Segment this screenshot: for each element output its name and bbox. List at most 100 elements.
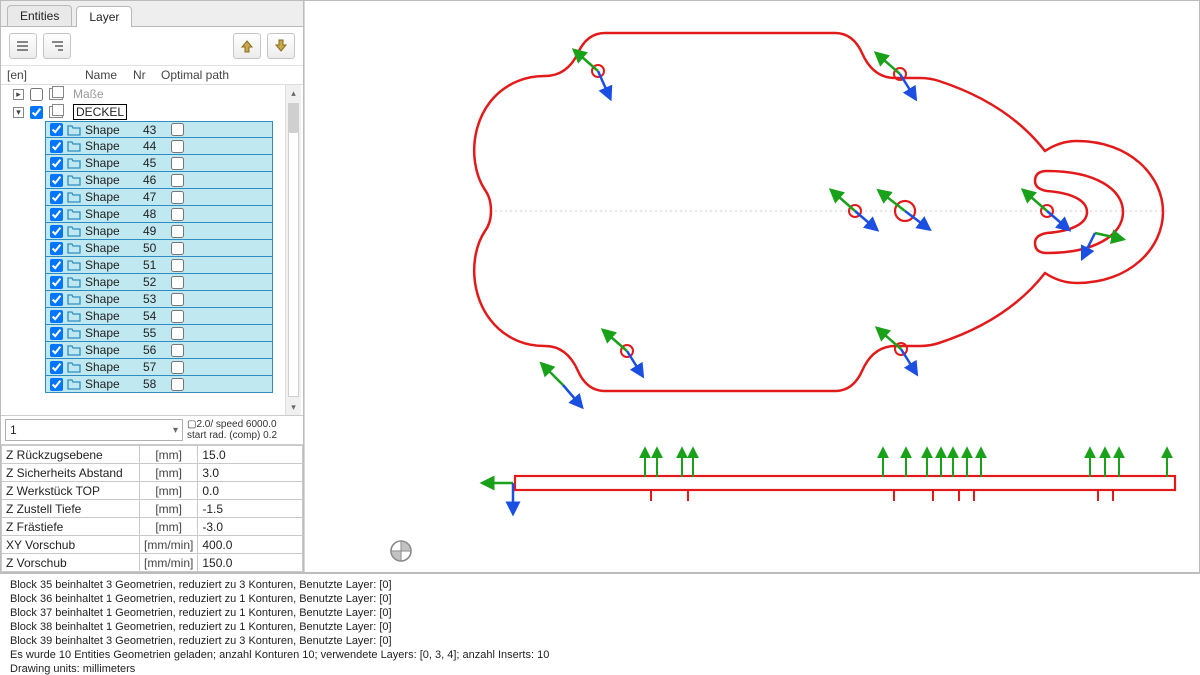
- tab-entities[interactable]: Entities: [7, 5, 72, 26]
- shape-enable[interactable]: [50, 310, 63, 323]
- scroll-down-icon[interactable]: ▾: [286, 399, 301, 415]
- shape-name: Shape: [85, 309, 143, 323]
- shape-row[interactable]: Shape55: [45, 325, 273, 342]
- move-down-button[interactable]: [267, 33, 295, 59]
- shape-optimal[interactable]: [171, 327, 184, 340]
- shape-enable[interactable]: [50, 242, 63, 255]
- param-value[interactable]: 15.0: [198, 446, 303, 464]
- folder-icon: [67, 344, 81, 356]
- shape-row[interactable]: Shape47: [45, 189, 273, 206]
- col-name[interactable]: Name: [85, 68, 133, 82]
- collapse-all-button[interactable]: [9, 33, 37, 59]
- shape-optimal[interactable]: [171, 208, 184, 221]
- shape-nr: 52: [143, 275, 169, 289]
- layer-tree[interactable]: ▸Maße ▾ DECKELShape43Shape44Shape45Shape46…: [1, 85, 303, 415]
- tool-select[interactable]: 1 ▾: [5, 419, 183, 441]
- tree-scrollbar[interactable]: ▴ ▾: [285, 85, 301, 415]
- expand-all-icon: [49, 39, 65, 53]
- param-value[interactable]: 3.0: [198, 464, 303, 482]
- shape-enable[interactable]: [50, 174, 63, 187]
- layer-row-masse[interactable]: ▸Maße: [5, 85, 299, 103]
- shape-enable[interactable]: [50, 293, 63, 306]
- param-value[interactable]: 400.0: [198, 536, 303, 554]
- shape-optimal[interactable]: [171, 276, 184, 289]
- shape-row[interactable]: Shape51: [45, 257, 273, 274]
- param-value[interactable]: -3.0: [198, 518, 303, 536]
- col-enable[interactable]: [en]: [7, 68, 85, 82]
- shape-name: Shape: [85, 377, 143, 391]
- param-unit: [mm]: [140, 446, 198, 464]
- folder-icon: [67, 378, 81, 390]
- shape-row[interactable]: Shape44: [45, 138, 273, 155]
- layer-row-deckel[interactable]: ▾ DECKEL: [5, 103, 299, 121]
- shape-optimal[interactable]: [171, 344, 184, 357]
- shape-enable[interactable]: [50, 208, 63, 221]
- shape-optimal[interactable]: [171, 123, 184, 136]
- shape-row[interactable]: Shape56: [45, 342, 273, 359]
- shape-enable[interactable]: [50, 191, 63, 204]
- param-value[interactable]: -1.5: [198, 500, 303, 518]
- scroll-up-icon[interactable]: ▴: [286, 85, 301, 101]
- collapse-icon[interactable]: ▾: [13, 107, 24, 118]
- param-label: Z Zustell Tiefe: [2, 500, 140, 518]
- shape-row[interactable]: Shape58: [45, 376, 273, 393]
- shape-row[interactable]: Shape43: [45, 121, 273, 138]
- shape-enable[interactable]: [50, 157, 63, 170]
- expand-all-button[interactable]: [43, 33, 71, 59]
- shape-optimal[interactable]: [171, 191, 184, 204]
- shape-row[interactable]: Shape50: [45, 240, 273, 257]
- shape-optimal[interactable]: [171, 140, 184, 153]
- shape-enable[interactable]: [50, 276, 63, 289]
- folder-icon: [67, 242, 81, 254]
- col-optimal[interactable]: Optimal path: [161, 68, 297, 82]
- shape-optimal[interactable]: [171, 174, 184, 187]
- param-row: XY Vorschub[mm/min]400.0: [2, 536, 303, 554]
- shape-optimal[interactable]: [171, 157, 184, 170]
- shape-enable[interactable]: [50, 378, 63, 391]
- tab-layer[interactable]: Layer: [76, 6, 132, 27]
- shape-optimal[interactable]: [171, 378, 184, 391]
- console-line: Block 39 beinhaltet 3 Geometrien, reduzi…: [10, 634, 1190, 648]
- console-line: Block 38 beinhaltet 1 Geometrien, reduzi…: [10, 620, 1190, 634]
- layer-enable-deckel[interactable]: [30, 106, 43, 119]
- shape-optimal[interactable]: [171, 259, 184, 272]
- param-label: Z Frästiefe: [2, 518, 140, 536]
- shape-enable[interactable]: [50, 361, 63, 374]
- layer-name-input[interactable]: DECKEL: [73, 104, 127, 120]
- shape-enable[interactable]: [50, 259, 63, 272]
- move-up-button[interactable]: [233, 33, 261, 59]
- shape-enable[interactable]: [50, 123, 63, 136]
- drawing-canvas[interactable]: [304, 1, 1199, 572]
- param-unit: [mm/min]: [140, 536, 198, 554]
- folder-icon: [67, 174, 81, 186]
- shape-row[interactable]: Shape48: [45, 206, 273, 223]
- param-value[interactable]: 150.0: [198, 554, 303, 572]
- shape-optimal[interactable]: [171, 242, 184, 255]
- col-nr[interactable]: Nr: [133, 68, 161, 82]
- shape-optimal[interactable]: [171, 293, 184, 306]
- shape-name: Shape: [85, 123, 143, 137]
- param-value[interactable]: 0.0: [198, 482, 303, 500]
- shape-row[interactable]: Shape49: [45, 223, 273, 240]
- shape-enable[interactable]: [50, 327, 63, 340]
- shape-row[interactable]: Shape54: [45, 308, 273, 325]
- shape-row[interactable]: Shape52: [45, 274, 273, 291]
- layer-enable-masse[interactable]: [30, 88, 43, 101]
- shape-optimal[interactable]: [171, 310, 184, 323]
- shape-enable[interactable]: [50, 225, 63, 238]
- shape-name: Shape: [85, 326, 143, 340]
- shape-row[interactable]: Shape57: [45, 359, 273, 376]
- panel-tabs: Entities Layer: [1, 1, 303, 26]
- shape-enable[interactable]: [50, 140, 63, 153]
- contour-outline: [474, 33, 1163, 391]
- shape-enable[interactable]: [50, 344, 63, 357]
- shape-optimal[interactable]: [171, 225, 184, 238]
- scroll-thumb[interactable]: [289, 103, 298, 133]
- shape-row[interactable]: Shape53: [45, 291, 273, 308]
- shape-row[interactable]: Shape45: [45, 155, 273, 172]
- expand-icon[interactable]: ▸: [13, 89, 24, 100]
- shape-row[interactable]: Shape46: [45, 172, 273, 189]
- message-console[interactable]: Block 35 beinhaltet 3 Geometrien, reduzi…: [0, 573, 1200, 675]
- shape-nr: 49: [143, 224, 169, 238]
- shape-optimal[interactable]: [171, 361, 184, 374]
